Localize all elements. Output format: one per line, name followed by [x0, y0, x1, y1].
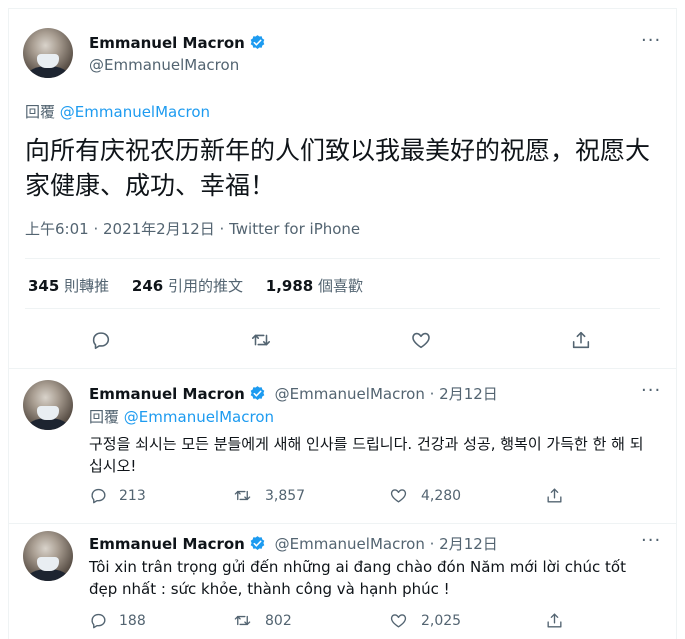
divider: [9, 368, 676, 369]
retweet-count: 3,857: [265, 488, 306, 504]
frame-right-border: [676, 8, 677, 639]
reply-label: 回覆: [25, 103, 56, 121]
retweet-icon[interactable]: [233, 611, 255, 633]
retweet-icon[interactable]: [250, 329, 272, 351]
tweet-text: 向所有庆祝农历新年的人们致以我最美好的祝愿，祝愿大家健康、成功、幸福！: [25, 136, 651, 200]
share-icon[interactable]: [545, 611, 567, 633]
verified-badge-icon: [249, 34, 266, 55]
tweet-date[interactable]: · 2月12日: [430, 385, 498, 403]
retweets-count: 345: [28, 277, 60, 295]
reply-mention-link[interactable]: @EmmanuelMacron: [124, 408, 274, 426]
divider: [9, 523, 676, 524]
retweets-stat[interactable]: 345 則轉推: [28, 277, 109, 295]
quotes-label: 引用的推文: [167, 277, 243, 295]
frame-top-border: [8, 8, 677, 9]
author-handle[interactable]: @EmmanuelMacron: [275, 535, 425, 553]
divider: [25, 258, 660, 259]
reply-count: 213: [119, 488, 146, 504]
author-handle[interactable]: @EmmanuelMacron: [275, 385, 425, 403]
quotes-count: 246: [131, 277, 164, 295]
tweet-text: Tôi xin trân trọng gửi đến những ai đang…: [89, 558, 626, 598]
like-count: 2,025: [421, 613, 462, 629]
share-icon[interactable]: [570, 329, 592, 351]
like-icon[interactable]: [410, 329, 432, 351]
replying-to: 回覆 @EmmanuelMacron: [89, 406, 274, 427]
reply-header: Emmanuel Macron @EmmanuelMacron · 2月12日: [89, 383, 498, 406]
reply-icon[interactable]: [89, 611, 111, 633]
likes-count: 1,988: [265, 277, 314, 295]
avatar[interactable]: [23, 380, 73, 430]
share-icon[interactable]: [545, 486, 567, 508]
reply-icon[interactable]: [89, 486, 111, 508]
divider: [25, 308, 660, 309]
frame-left-border: [8, 8, 9, 639]
tweet-meta[interactable]: 上午6:01 · 2021年2月12日 · Twitter for iPhone: [25, 218, 360, 239]
tweet-text: 구정을 쇠시는 모든 분들에게 새해 인사를 드립니다. 건강과 성공, 행복이…: [89, 435, 644, 475]
reply-icon[interactable]: [90, 329, 112, 351]
author-name[interactable]: Emmanuel Macron: [89, 34, 245, 52]
likes-label: 個喜歡: [318, 277, 364, 295]
avatar[interactable]: [23, 531, 73, 581]
tweet-thread: Emmanuel Macron @EmmanuelMacron ··· 回覆 @…: [0, 0, 685, 639]
like-icon[interactable]: [389, 611, 411, 633]
retweets-label: 則轉推: [64, 277, 110, 295]
reply-label: 回覆: [89, 408, 120, 426]
quotes-stat[interactable]: 246 引用的推文: [132, 277, 243, 295]
avatar[interactable]: [23, 28, 73, 78]
author-name-row[interactable]: Emmanuel Macron: [89, 33, 266, 55]
retweet-icon[interactable]: [233, 486, 255, 508]
retweet-count: 802: [265, 613, 292, 629]
more-icon[interactable]: ···: [641, 30, 661, 51]
verified-badge-icon: [249, 535, 266, 556]
like-count: 4,280: [421, 488, 462, 504]
verified-badge-icon: [249, 385, 266, 406]
engagement-stats: 345 則轉推 246 引用的推文 1,988 個喜歡: [28, 275, 381, 296]
replying-to: 回覆 @EmmanuelMacron: [25, 101, 210, 122]
more-icon[interactable]: ···: [641, 530, 661, 551]
more-icon[interactable]: ···: [641, 380, 661, 401]
reply-mention-link[interactable]: @EmmanuelMacron: [60, 103, 210, 121]
author-name[interactable]: Emmanuel Macron: [89, 385, 245, 403]
likes-stat[interactable]: 1,988 個喜歡: [266, 277, 363, 295]
tweet-date[interactable]: · 2月12日: [430, 535, 498, 553]
reply-count: 188: [119, 613, 146, 629]
author-handle[interactable]: @EmmanuelMacron: [89, 56, 239, 74]
author-name[interactable]: Emmanuel Macron: [89, 535, 245, 553]
like-icon[interactable]: [389, 486, 411, 508]
reply-header: Emmanuel Macron @EmmanuelMacron · 2月12日: [89, 533, 498, 556]
